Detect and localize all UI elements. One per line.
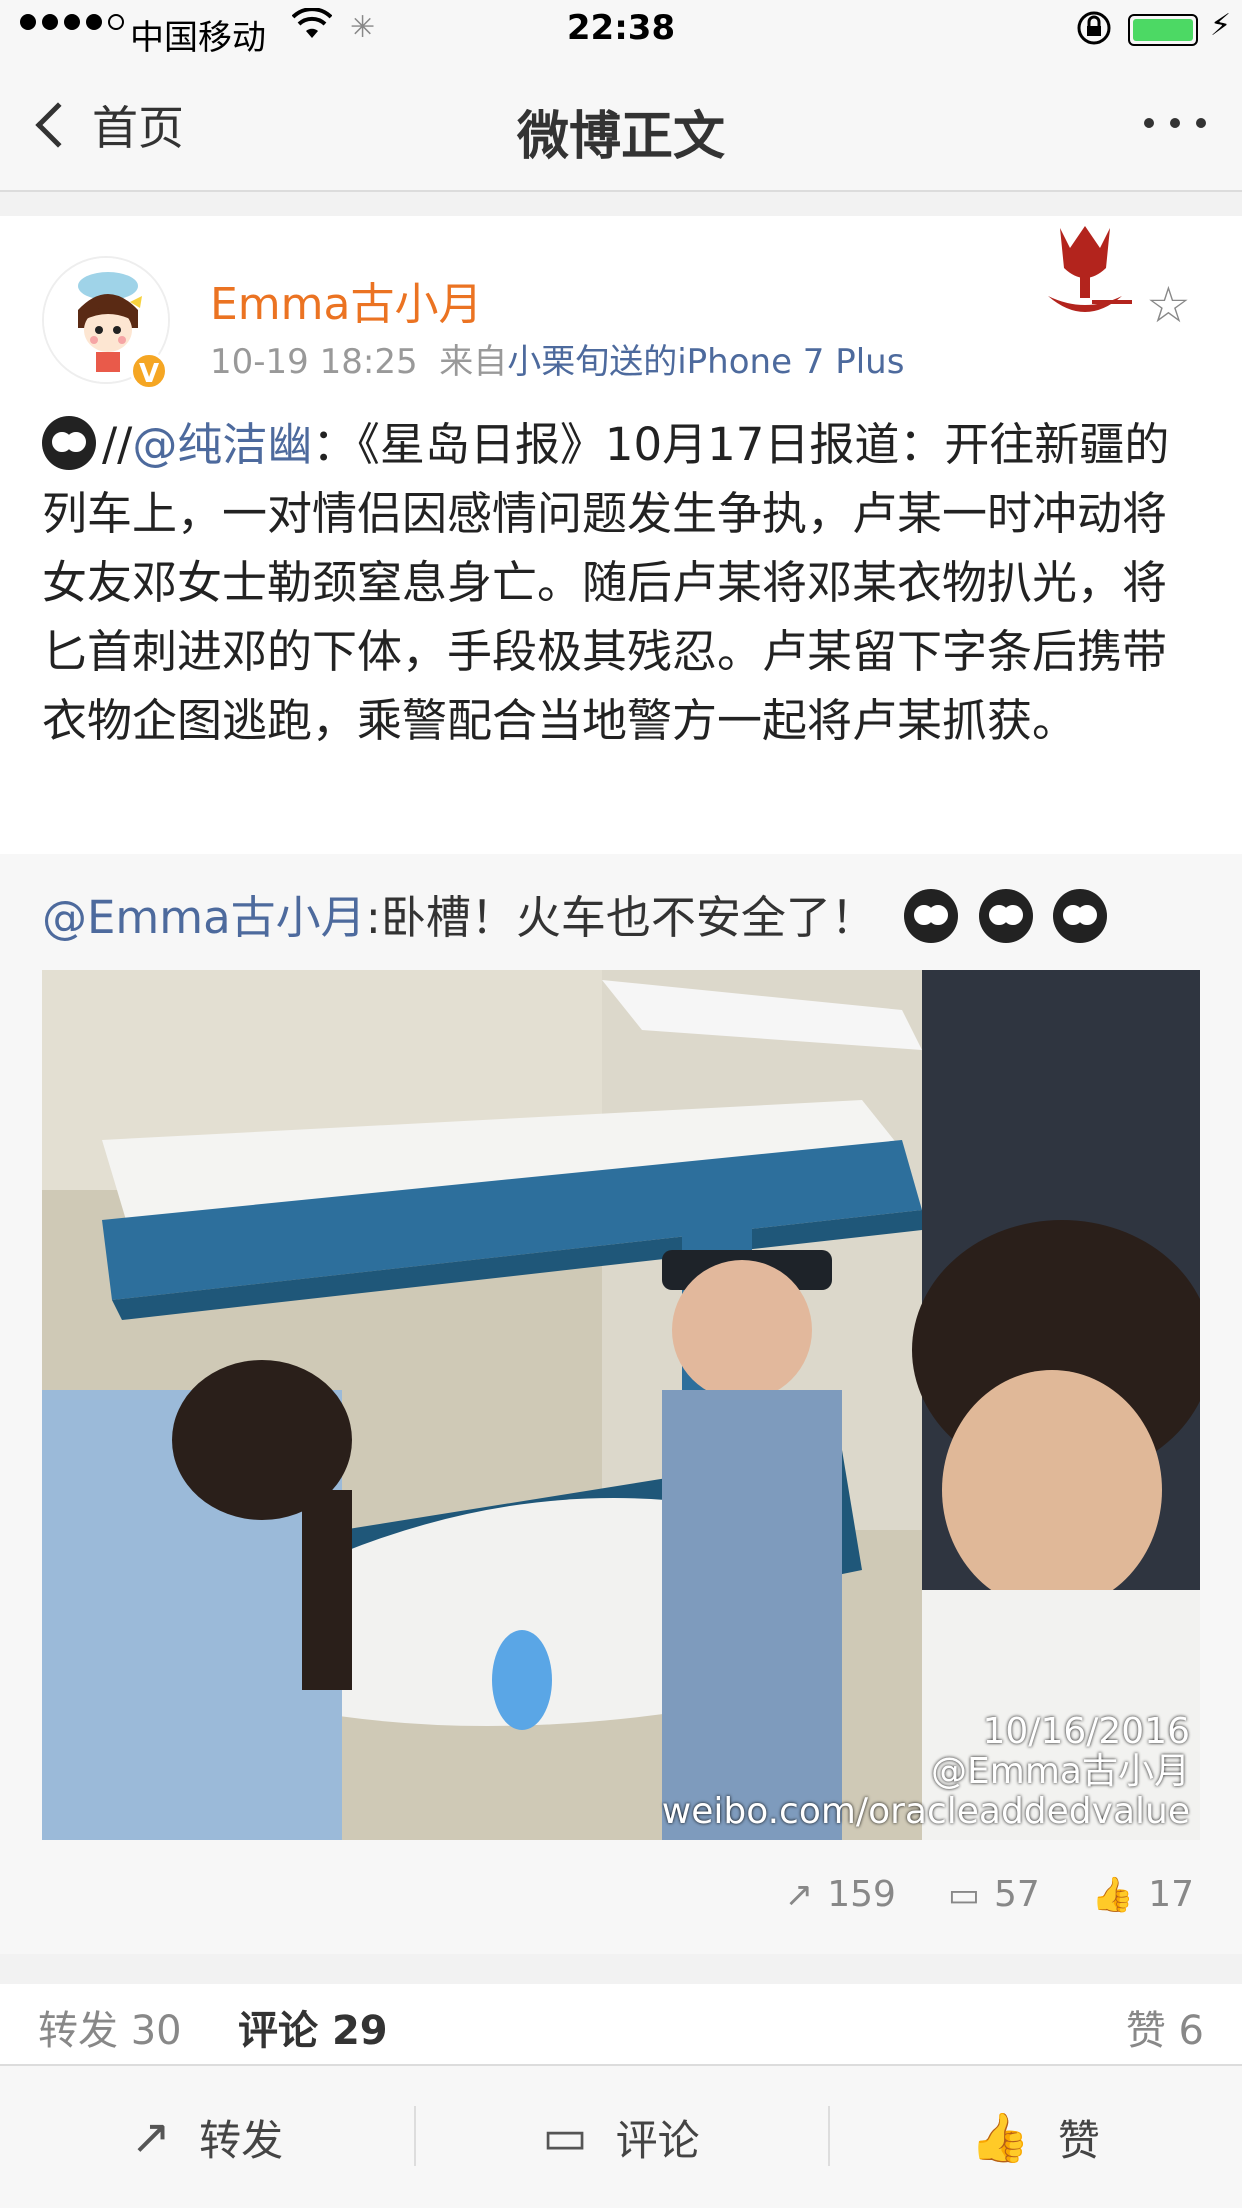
share-icon: ↗ bbox=[784, 1874, 814, 1915]
status-time: 22:38 bbox=[566, 8, 676, 48]
retweet-mention[interactable]: @Emma古小月 bbox=[42, 891, 366, 944]
battery-icon bbox=[1128, 14, 1198, 46]
sad-emoji-icon bbox=[1053, 889, 1108, 943]
verified-badge-icon: V bbox=[130, 352, 168, 390]
status-bar: 中国移动 ✳ 22:38 ⚡ bbox=[0, 0, 1242, 60]
retweet-comment-count: 57 bbox=[994, 1874, 1040, 1915]
retweet-like-count: 17 bbox=[1148, 1874, 1194, 1915]
like-button[interactable]: 👍 赞 bbox=[828, 2066, 1242, 2208]
post-mention[interactable]: @纯洁幽 bbox=[132, 418, 312, 471]
tab-reposts-count: 30 bbox=[130, 2008, 182, 2054]
interaction-tabs: 转发 30 评论 29 赞 6 bbox=[0, 1984, 1242, 2064]
retweet-card[interactable]: @Emma古小月:卧槽！火车也不安全了！ 10/16/2016 @Emma古小月… bbox=[0, 854, 1242, 1954]
comment-icon: ▭ bbox=[542, 2109, 588, 2165]
retweet-repost-count: 159 bbox=[827, 1874, 896, 1915]
watermark-date: 10/16/2016 bbox=[982, 1711, 1191, 1752]
photo-watermark: 10/16/2016 @Emma古小月 weibo.com/oracleadde… bbox=[662, 1712, 1190, 1832]
tab-comments-label: 评论 bbox=[238, 2008, 318, 2054]
comment-button[interactable]: ▭ 评论 bbox=[414, 2066, 828, 2208]
rotation-lock-icon bbox=[1076, 10, 1112, 55]
retweet-stats: ↗ 159 ▭ 57 👍 17 bbox=[785, 1874, 1194, 1915]
thumbs-up-icon: 👍 bbox=[1091, 1874, 1135, 1915]
tab-likes[interactable]: 赞 6 bbox=[1126, 1998, 1204, 2056]
retweet-body: :卧槽！火车也不安全了！ bbox=[365, 891, 876, 944]
like-button-label: 赞 bbox=[1057, 2115, 1100, 2165]
post-source-prefix: 来自 bbox=[439, 342, 508, 382]
watermark-url: weibo.com/oracleaddedvalue bbox=[661, 1791, 1190, 1832]
thumbs-up-icon: 👍 bbox=[970, 2109, 1030, 2166]
charging-icon: ⚡ bbox=[1210, 8, 1232, 43]
sad-emoji-icon bbox=[978, 889, 1033, 943]
comment-icon: ▭ bbox=[947, 1874, 981, 1915]
share-icon: ↗ bbox=[130, 2109, 172, 2165]
retweet-text: @Emma古小月:卧槽！火车也不安全了！ bbox=[42, 884, 1202, 952]
sad-emoji-icon bbox=[42, 416, 96, 470]
retweet-like-stat[interactable]: 👍 17 bbox=[1092, 1874, 1194, 1915]
train-berth-photo bbox=[42, 970, 1200, 1840]
post-time: 10-19 18:25 bbox=[210, 342, 418, 382]
page-title: 微博正文 bbox=[516, 107, 725, 167]
tab-comments-count: 29 bbox=[331, 2008, 388, 2054]
watermark-user: @Emma古小月 bbox=[931, 1751, 1190, 1792]
post-text-prefix: // bbox=[102, 418, 133, 471]
tab-comments[interactable]: 评论 29 bbox=[238, 1998, 388, 2056]
more-options-icon[interactable] bbox=[1144, 118, 1206, 128]
sad-emoji-icon bbox=[904, 889, 959, 943]
horde-badge-icon bbox=[1030, 218, 1140, 328]
repost-button-label: 转发 bbox=[199, 2115, 284, 2165]
tab-likes-label: 赞 bbox=[1125, 2008, 1166, 2054]
nav-bar: 首页 微博正文 bbox=[0, 60, 1242, 192]
comment-button-label: 评论 bbox=[615, 2115, 700, 2165]
retweet-comment-stat[interactable]: ▭ 57 bbox=[948, 1874, 1040, 1915]
post-source[interactable]: 小栗旬送的iPhone 7 Plus bbox=[507, 342, 904, 382]
tab-reposts-label: 转发 bbox=[38, 2008, 118, 2054]
favorite-star-icon[interactable]: ☆ bbox=[1146, 276, 1191, 334]
repost-button[interactable]: ↗ 转发 bbox=[0, 2066, 414, 2208]
tab-likes-count: 6 bbox=[1178, 2008, 1204, 2054]
retweet-repost-stat[interactable]: ↗ 159 bbox=[785, 1874, 896, 1915]
post-photo[interactable]: 10/16/2016 @Emma古小月 weibo.com/oracleadde… bbox=[42, 970, 1200, 1840]
tab-reposts[interactable]: 转发 30 bbox=[38, 1998, 182, 2056]
post-meta: 10-19 18:25 来自小栗旬送的iPhone 7 Plus bbox=[210, 334, 904, 383]
bottom-toolbar: ↗ 转发 ▭ 评论 👍 赞 bbox=[0, 2064, 1242, 2208]
post-card: V Emma古小月 10-19 18:25 来自小栗旬送的iPhone 7 Pl… bbox=[0, 216, 1242, 854]
post-username[interactable]: Emma古小月 bbox=[210, 268, 483, 332]
post-text: //@纯洁幽：《星岛日报》10月17日报道：开往新疆的列车上，一对情侣因感情问题… bbox=[42, 410, 1202, 755]
